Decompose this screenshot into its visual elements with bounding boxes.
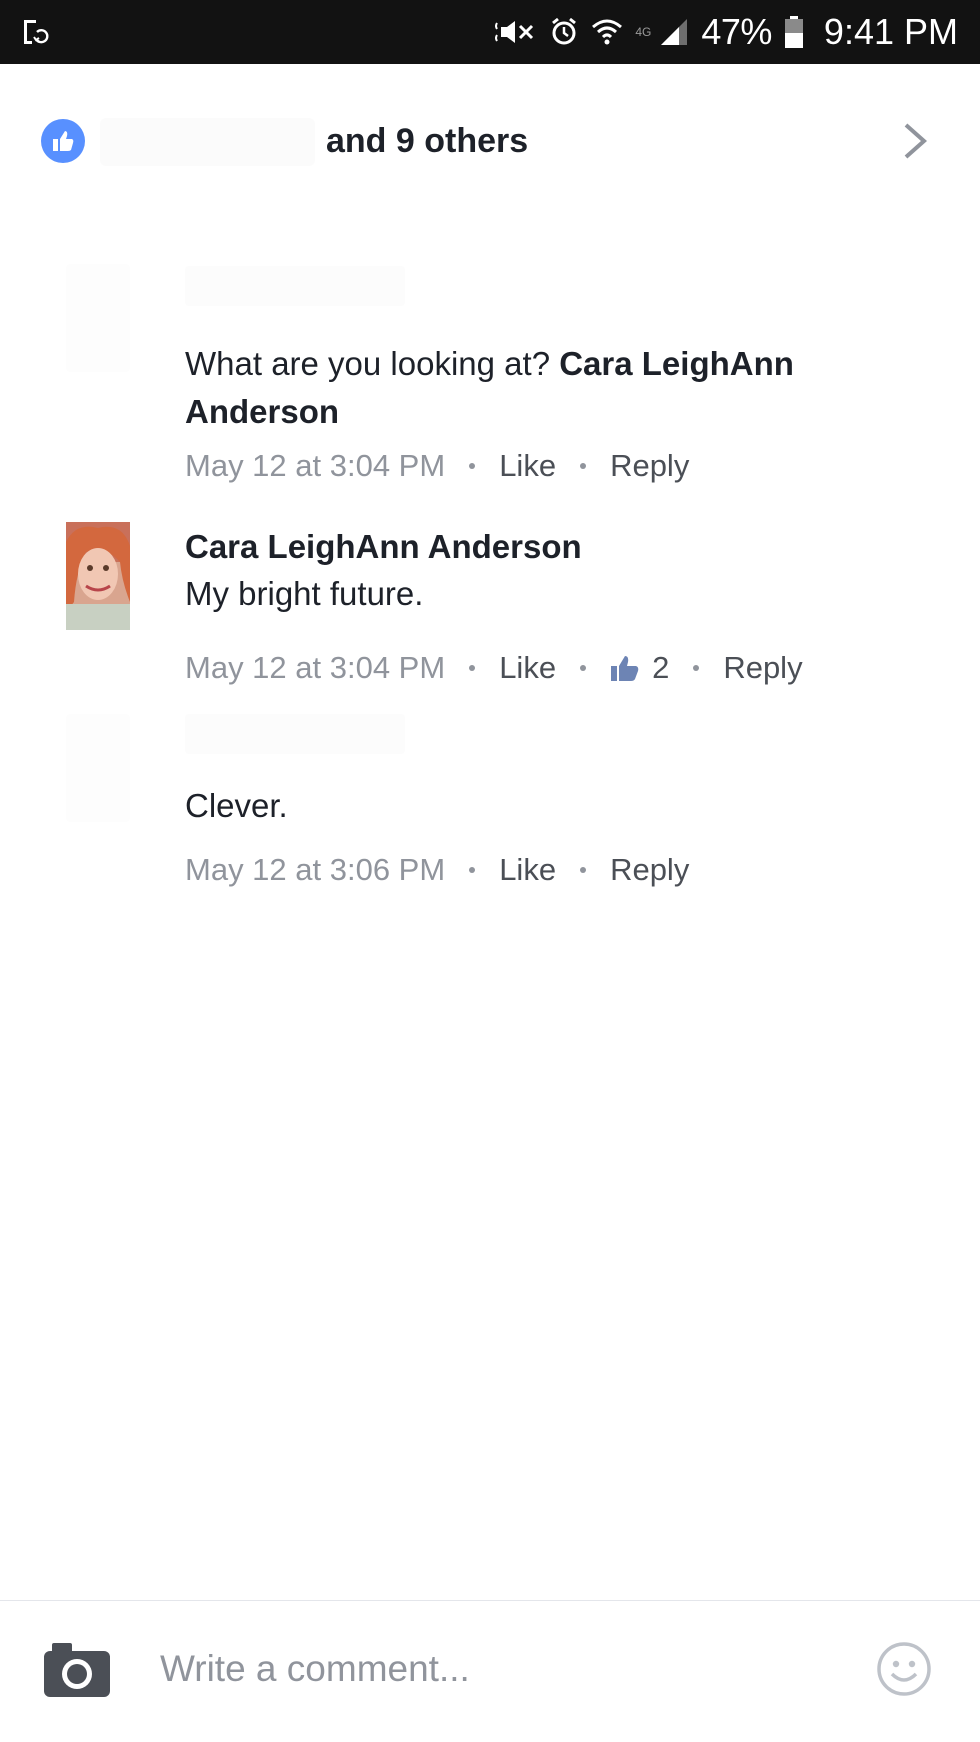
comment-author[interactable]: Cara LeighAnn Anderson (185, 528, 582, 566)
separator-dot (580, 867, 587, 873)
battery-percent: 47% (701, 11, 772, 52)
battery-icon (784, 16, 803, 48)
status-bar: 4G 47% 9:41 PM (0, 0, 980, 64)
smiley-icon[interactable] (876, 1641, 932, 1697)
avatar[interactable] (66, 522, 130, 630)
comment-composer (0, 1600, 980, 1742)
avatar[interactable] (66, 264, 130, 372)
wifi-icon (592, 19, 623, 45)
comment-timestamp[interactable]: May 12 at 3:06 PM (185, 852, 445, 888)
network-type-label: 4G (635, 25, 652, 39)
reactions-summary[interactable]: and 9 others (0, 64, 980, 214)
mute-icon (495, 21, 534, 43)
reply-button[interactable]: Reply (610, 852, 689, 888)
redacted-names (100, 118, 315, 166)
chevron-right-icon[interactable] (900, 119, 930, 163)
avatar[interactable] (66, 714, 130, 822)
camera-icon[interactable] (42, 1639, 112, 1699)
comment-text: What are you looking at? Cara LeighAnn A… (185, 340, 905, 436)
separator-dot (469, 867, 476, 873)
clock: 9:41 PM (823, 11, 958, 52)
comment: Clever. May 12 at 3:06 PM Like Reply (0, 654, 980, 894)
comments-sheet: and 9 others What are you looking at? Ca… (0, 64, 980, 1742)
status-icons: 4G 47% 9:41 PM (495, 0, 958, 64)
redacted-author (185, 714, 405, 754)
comment: Cara LeighAnn Anderson My bright future.… (0, 454, 980, 685)
thumbs-up-icon (41, 119, 85, 163)
signal-icon (661, 19, 688, 45)
comment-body: Clever. (185, 787, 288, 824)
redacted-author (185, 266, 405, 306)
comment: What are you looking at? Cara LeighAnn A… (0, 194, 980, 494)
like-button[interactable]: Like (499, 852, 556, 888)
comment-body: What are you looking at? (185, 345, 560, 382)
comment-input[interactable] (160, 1641, 820, 1697)
reactions-summary-text: and 9 others (326, 122, 529, 160)
comment-meta: May 12 at 3:06 PM Like Reply (185, 852, 689, 888)
comment-body: My bright future. (185, 575, 424, 612)
screenshot-icon (24, 20, 49, 44)
alarm-icon (552, 17, 577, 45)
